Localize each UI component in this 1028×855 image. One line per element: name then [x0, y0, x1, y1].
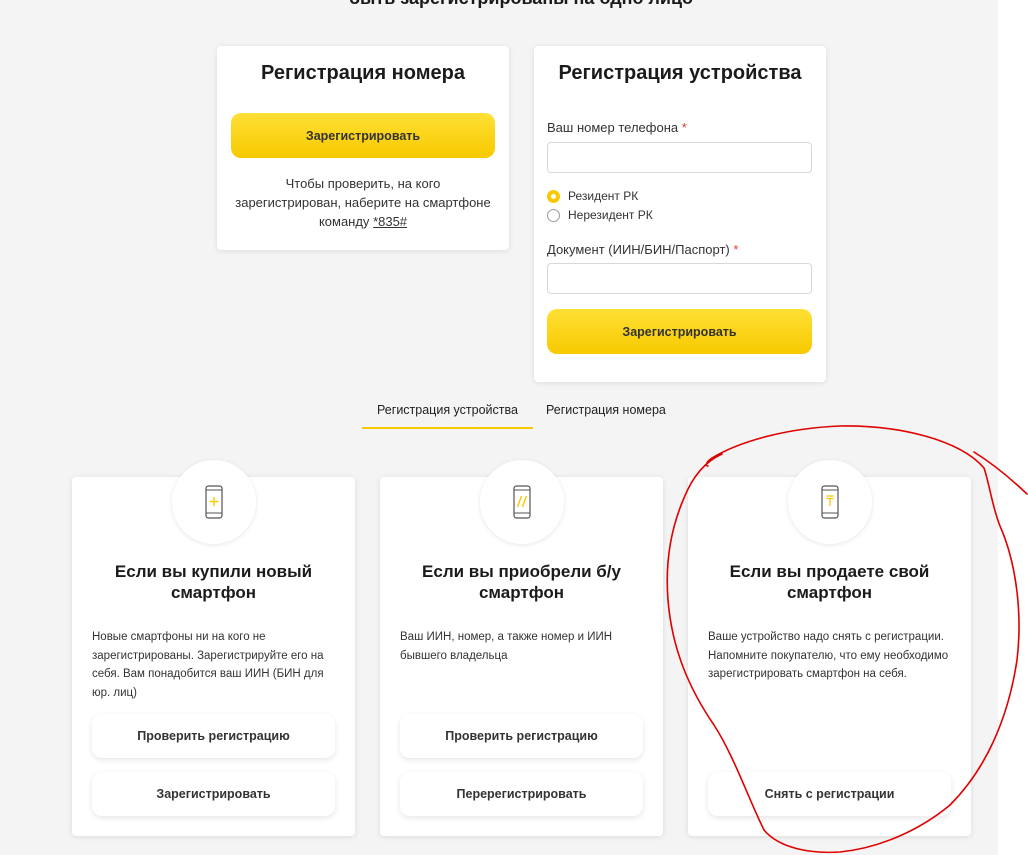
phone-field-label: Ваш номер телефона * [547, 120, 687, 136]
reregister-button[interactable]: Перерегистрировать [400, 772, 643, 816]
registration-tabs: Регистрация устройства Регистрация номер… [362, 397, 679, 429]
number-card-title: Регистрация номера [261, 62, 465, 84]
phone-reregister-icon [513, 485, 531, 519]
phone-add-icon [205, 485, 223, 519]
radio-resident-label: Резидент РК [568, 189, 639, 203]
register-device-button[interactable]: Зарегистрировать [547, 309, 812, 354]
radio-non-resident-label: Нерезидент РК [568, 208, 653, 222]
radio-resident[interactable]: Резидент РК [547, 187, 638, 205]
scenario-description: Ваше устройство надо снять с регистрации… [708, 631, 949, 680]
unregister-button[interactable]: Снять с регистрации [708, 772, 951, 816]
radio-button-icon[interactable] [547, 189, 560, 203]
tab-device-registration[interactable]: Регистрация устройства [362, 397, 533, 429]
phone-unregister-icon [821, 485, 839, 519]
intro-heading: быть зарегистрированы на одно лицо [221, 0, 821, 9]
scenario-description: Ваш ИИН, номер, а также номер и ИИН бывш… [400, 631, 613, 662]
radio-button-icon[interactable] [547, 208, 560, 222]
radio-non-resident[interactable]: Нерезидент РК [547, 206, 653, 224]
document-field-label: Документ (ИИН/БИН/Паспорт) * [547, 242, 738, 258]
scenario-card-used-phone: Если вы приобрели б/у смартфон Ваш ИИН, … [380, 460, 663, 836]
scenario-title: Если вы приобрели б/у смартфон [422, 562, 621, 602]
scenario-title: Если вы продаете свой смартфон [729, 562, 930, 602]
check-registration-button[interactable]: Проверить регистрацию [92, 714, 335, 758]
intro-heading-clip: быть зарегистрированы на одно лицо [221, 0, 821, 10]
check-hint-text: Чтобы проверить, на кого зарегистрирован… [235, 176, 491, 229]
scenario-description: Новые смартфоны ни на кого не зарегистри… [92, 631, 324, 699]
scenario-card-new-phone: Если вы купили новый смартфон Новые смар… [72, 460, 355, 836]
ussd-code-link[interactable]: *835# [373, 214, 407, 229]
register-button[interactable]: Зарегистрировать [92, 772, 335, 816]
document-input[interactable] [547, 263, 812, 294]
document-label-text: Документ (ИИН/БИН/Паспорт) [547, 242, 730, 257]
scenario-card-selling-phone: Если вы продаете свой смартфон Ваше устр… [688, 460, 971, 836]
device-card-title: Регистрация устройства [558, 62, 802, 84]
icon-circle [788, 460, 872, 544]
required-mark: * [681, 120, 687, 135]
icon-circle [480, 460, 564, 544]
tab-number-registration[interactable]: Регистрация номера [533, 397, 679, 429]
phone-number-input[interactable] [547, 142, 812, 173]
scenario-title: Если вы купили новый смартфон [114, 562, 313, 602]
device-registration-card: Регистрация устройства Ваш номер телефон… [534, 46, 826, 382]
check-registration-button[interactable]: Проверить регистрацию [400, 714, 643, 758]
check-registration-hint: Чтобы проверить, на кого зарегистрирован… [232, 174, 494, 231]
phone-label-text: Ваш номер телефона [547, 120, 679, 135]
register-number-button[interactable]: Зарегистрировать [231, 113, 495, 158]
required-mark: * [733, 242, 739, 257]
icon-circle [172, 460, 256, 544]
number-registration-card: Регистрация номера Зарегистрировать Чтоб… [217, 46, 509, 250]
